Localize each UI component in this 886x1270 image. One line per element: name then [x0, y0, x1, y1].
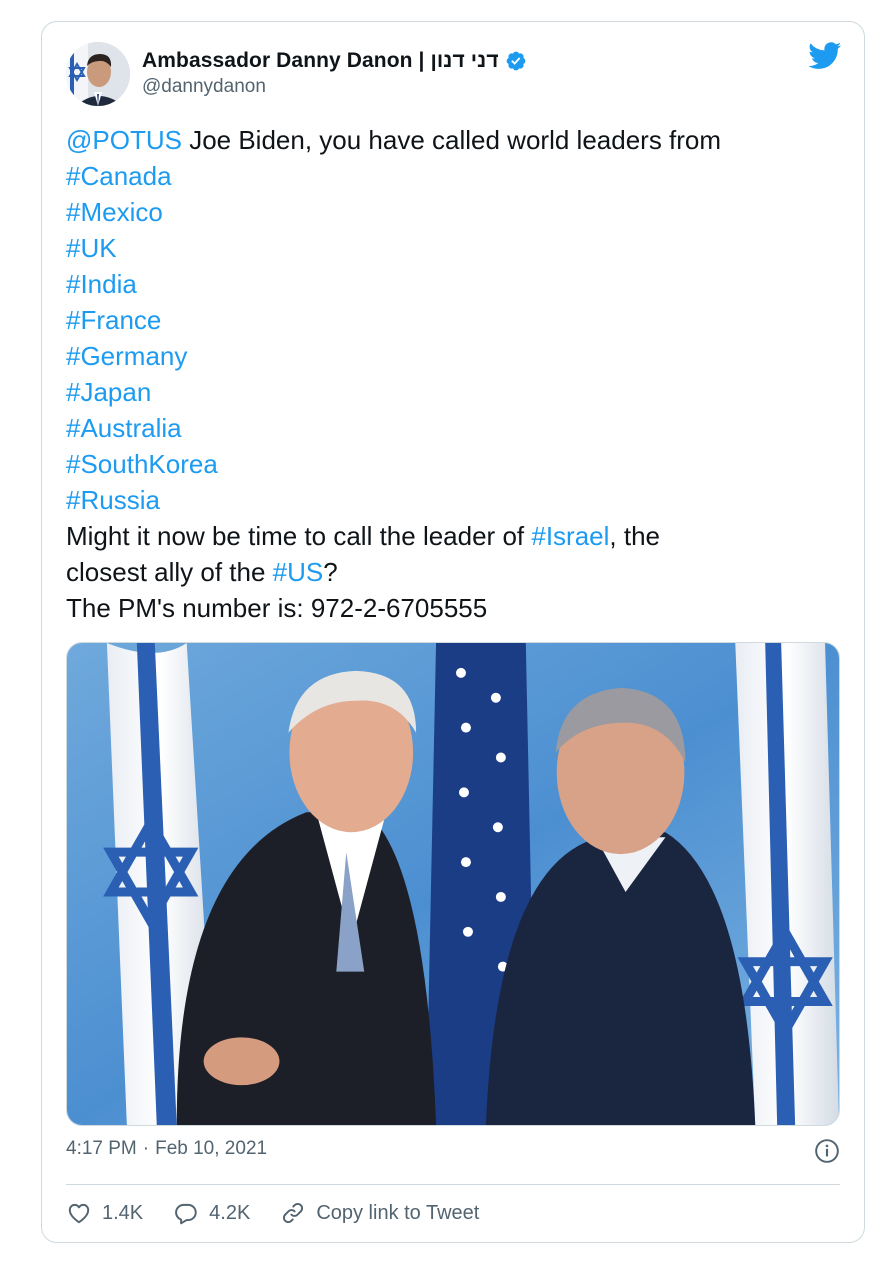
- avatar[interactable]: [66, 42, 130, 106]
- tweet-text: @POTUS Joe Biden, you have called world …: [66, 122, 846, 626]
- reply-bubble-icon: [175, 1203, 197, 1225]
- hashtag-link[interactable]: #US: [273, 557, 324, 587]
- copy-link-label: Copy link to Tweet: [316, 1201, 480, 1224]
- hashtag-link[interactable]: #India: [66, 269, 137, 299]
- mention-link[interactable]: @POTUS: [66, 125, 182, 155]
- divider: [66, 1184, 840, 1185]
- reply-button[interactable]: 4.2K: [173, 1200, 250, 1226]
- tweet-date[interactable]: Feb 10, 2021: [155, 1138, 267, 1160]
- hashtag-link[interactable]: #SouthKorea: [66, 449, 218, 479]
- tweet-text-segment: ?: [323, 557, 338, 587]
- hashtag-link[interactable]: #Australia: [66, 413, 182, 443]
- tweet-text-line: #Canada: [66, 158, 846, 194]
- tweet-text-line: #Japan: [66, 374, 846, 410]
- tweet-text-line: #Russia: [66, 482, 846, 518]
- twitter-bird-icon[interactable]: [808, 42, 842, 70]
- tweet-text-line: #India: [66, 266, 846, 302]
- like-button[interactable]: 1.4K: [66, 1200, 143, 1226]
- photo-illustration: [67, 643, 839, 1125]
- copy-link-button[interactable]: Copy link to Tweet: [280, 1200, 479, 1226]
- avatar-photo: [66, 42, 130, 106]
- tweet-text-line: #Australia: [66, 410, 846, 446]
- author-handle[interactable]: @dannydanon: [142, 76, 266, 98]
- hashtag-link[interactable]: #UK: [66, 233, 117, 263]
- tweet-photo[interactable]: [66, 642, 840, 1126]
- tweet-text-segment: Might it now be time to call the leader …: [66, 521, 532, 551]
- info-icon[interactable]: [814, 1138, 840, 1164]
- tweet-time[interactable]: 4:17 PM: [66, 1138, 137, 1160]
- hashtag-link[interactable]: #Israel: [531, 521, 609, 551]
- tweet-text-line: @POTUS Joe Biden, you have called world …: [66, 122, 846, 158]
- tweet-text-line: #France: [66, 302, 846, 338]
- tweet-text-line: #SouthKorea: [66, 446, 846, 482]
- tweet-text-line: #Mexico: [66, 194, 846, 230]
- link-icon: [283, 1202, 304, 1224]
- tweet-text-line: The PM's number is: 972-2-6705555: [66, 590, 846, 626]
- hashtag-link[interactable]: #France: [66, 305, 161, 335]
- tweet-text-segment: Joe Biden, you have called world leaders…: [181, 125, 722, 155]
- author-display-name[interactable]: Ambassador Danny Danon | דני דנון: [142, 49, 499, 73]
- hashtag-link[interactable]: #Russia: [66, 485, 160, 515]
- tweet-text-line: #UK: [66, 230, 846, 266]
- tweet-timestamp[interactable]: 4:17 PM · Feb 10, 2021: [66, 1138, 267, 1160]
- author-name-row[interactable]: Ambassador Danny Danon | דני דנון: [142, 48, 527, 74]
- timestamp-separator: ·: [142, 1138, 150, 1159]
- like-count: 1.4K: [102, 1201, 144, 1224]
- verified-badge-icon: [506, 51, 526, 71]
- hashtag-link[interactable]: #Japan: [66, 377, 151, 407]
- hashtag-link[interactable]: #Mexico: [66, 197, 163, 227]
- hashtag-link[interactable]: #Canada: [66, 161, 172, 191]
- tweet-text-segment: The PM's number is: 972-2-6705555: [66, 593, 488, 623]
- tweet-actions: 1.4K 4.2K Copy link to Tweet: [66, 1198, 509, 1228]
- tweet-text-line: Might it now be time to call the leader …: [66, 518, 846, 554]
- tweet-text-line: #Germany: [66, 338, 846, 374]
- tweet-card[interactable]: Ambassador Danny Danon | דני דנון @danny…: [41, 21, 865, 1243]
- tweet-text-segment: closest ally of the: [66, 557, 273, 587]
- tweet-text-line: closest ally of the #US?: [66, 554, 846, 590]
- heart-icon: [68, 1203, 90, 1224]
- tweet-text-segment: , the: [609, 521, 660, 551]
- hashtag-link[interactable]: #Germany: [66, 341, 187, 371]
- reply-count: 4.2K: [209, 1201, 251, 1224]
